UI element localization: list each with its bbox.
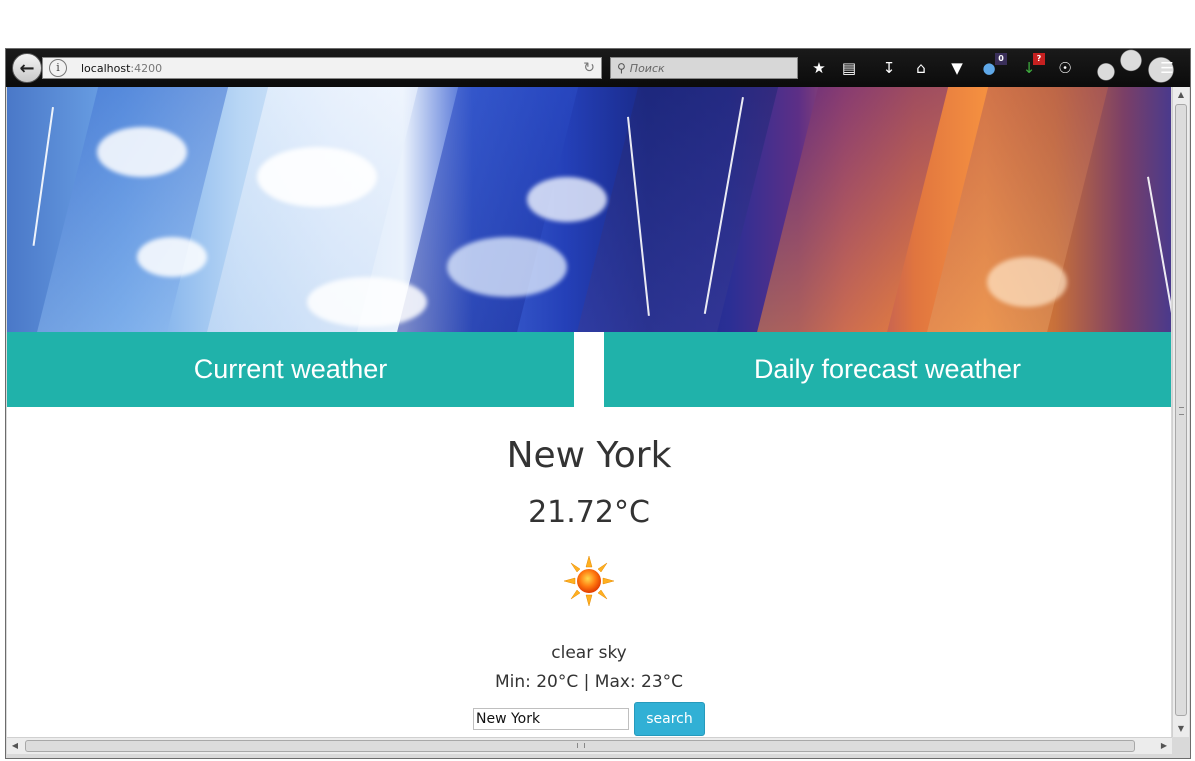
mail-count-badge: 0 — [995, 53, 1007, 65]
weather-banner-image — [7, 87, 1171, 332]
horizontal-scroll-thumb[interactable] — [25, 740, 1135, 752]
tab-current-weather[interactable]: Current weather — [7, 332, 574, 407]
clear-sky-sun-icon — [563, 555, 615, 607]
grip-icon — [577, 743, 585, 748]
search-button[interactable]: search — [634, 702, 705, 736]
arrow-left-icon: ← — [19, 57, 35, 79]
browser-window: ← i localhost:4200 ↻ ⚲ Поиск ★ ▤ ↧ ⌂ ▼ ●… — [5, 48, 1191, 759]
reading-list-icon[interactable]: ▤ — [840, 59, 858, 77]
horizontal-scrollbar[interactable]: ◀ ▶ — [7, 737, 1172, 754]
scroll-down-icon[interactable]: ▼ — [1173, 721, 1189, 737]
min-max-temperature: Min: 20°C | Max: 23°C — [494, 672, 684, 692]
url-text: localhost:4200 — [81, 62, 162, 75]
vertical-scrollbar[interactable]: ▲ ▼ — [1172, 87, 1189, 737]
city-search-form: search — [473, 702, 713, 736]
browser-search-placeholder: Поиск — [629, 61, 665, 75]
tab-daily-forecast[interactable]: Daily forecast weather — [604, 332, 1171, 407]
home-icon[interactable]: ⌂ — [912, 59, 930, 77]
toolbar-icons: ★ ▤ ↧ ⌂ ▼ ● 0 ↓ ? ☉ ☰ — [806, 49, 1190, 87]
screen: ← i localhost:4200 ↻ ⚲ Поиск ★ ▤ ↧ ⌂ ▼ ●… — [0, 0, 1195, 761]
bookmark-star-icon[interactable]: ★ — [810, 59, 828, 77]
page-viewport: Current weather Daily forecast weather N… — [7, 87, 1171, 737]
url-bar[interactable]: i localhost:4200 ↻ — [42, 57, 602, 79]
weather-description: clear sky — [551, 643, 627, 663]
city-name: New York — [506, 435, 672, 476]
addon-badge: ? — [1033, 53, 1045, 65]
scroll-up-icon[interactable]: ▲ — [1173, 87, 1189, 103]
scroll-right-icon[interactable]: ▶ — [1156, 738, 1172, 754]
back-button[interactable]: ← — [12, 53, 42, 83]
scroll-left-icon[interactable]: ◀ — [7, 738, 23, 754]
url-host: localhost — [81, 61, 131, 75]
globe-icon[interactable]: ☉ — [1056, 59, 1074, 77]
browser-toolbar: ← i localhost:4200 ↻ ⚲ Поиск ★ ▤ ↧ ⌂ ▼ ●… — [6, 49, 1190, 87]
city-search-input[interactable] — [473, 708, 629, 730]
reload-icon[interactable]: ↻ — [583, 60, 595, 76]
download-icon[interactable]: ↧ — [880, 59, 898, 77]
browser-search-bar[interactable]: ⚲ Поиск — [610, 57, 798, 79]
menu-icon[interactable]: ☰ — [1158, 59, 1176, 77]
weather-tabs: Current weather Daily forecast weather — [7, 332, 1171, 407]
pocket-icon[interactable]: ▼ — [948, 59, 966, 77]
grip-icon — [1179, 407, 1184, 415]
temperature: 21.72°C — [528, 495, 650, 530]
url-port: :4200 — [130, 61, 163, 75]
vertical-scroll-thumb[interactable] — [1175, 104, 1187, 716]
info-icon[interactable]: i — [49, 59, 67, 77]
search-icon: ⚲ — [617, 61, 626, 75]
